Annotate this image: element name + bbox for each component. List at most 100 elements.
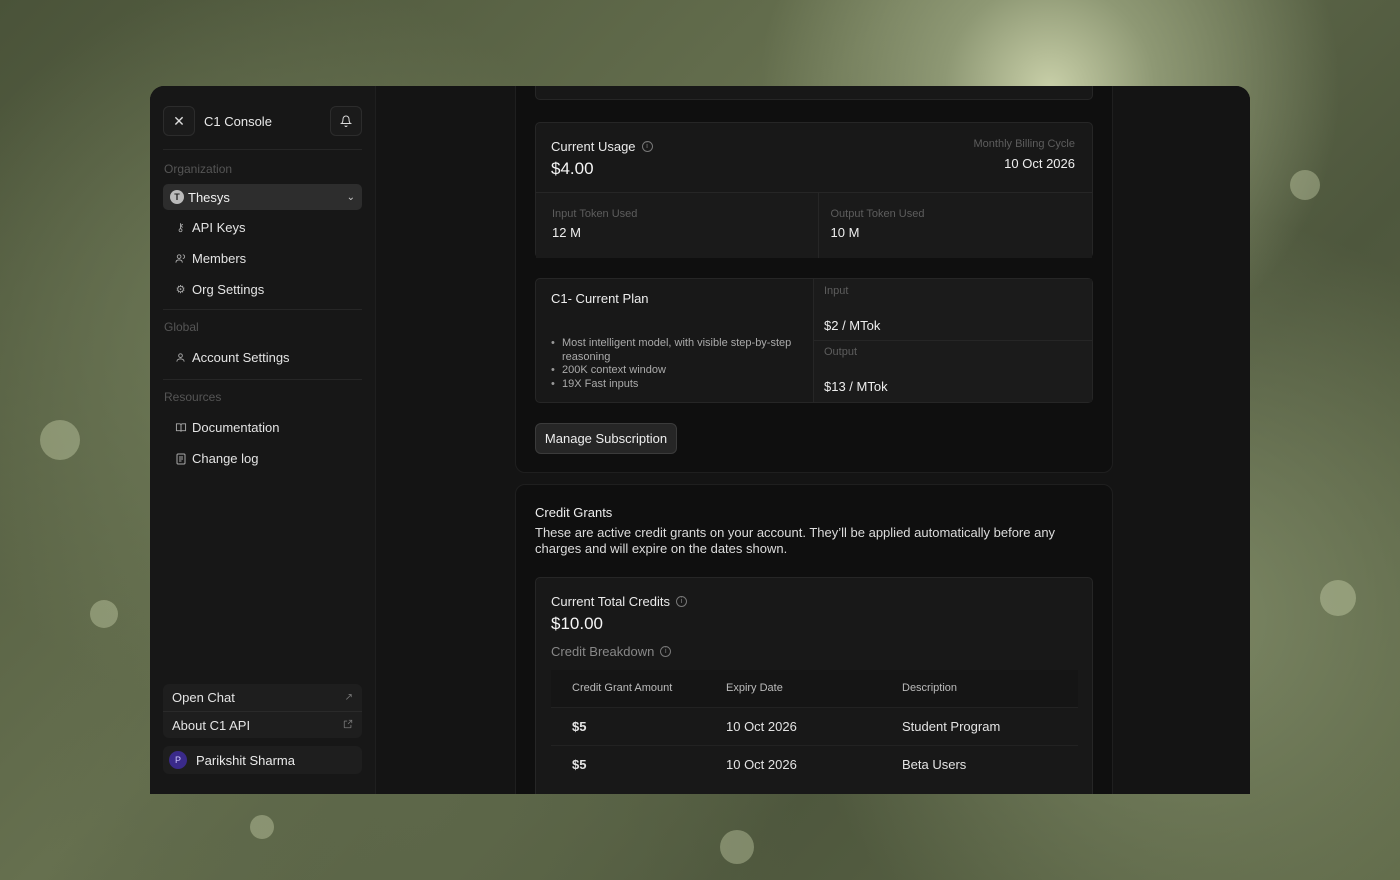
external-link-icon xyxy=(343,719,353,732)
total-credits-title: Current Total Credits xyxy=(551,594,670,609)
input-price: $2 / MTok xyxy=(824,318,881,333)
sidebar-item-org-settings[interactable]: ⚙ Org Settings xyxy=(163,274,362,305)
sidebar-item-account-settings[interactable]: Account Settings xyxy=(163,342,362,373)
current-usage-card: Current Usage i $4.00 Monthly Billing Cy… xyxy=(535,122,1093,258)
quick-links: Open Chat ↗ About C1 API xyxy=(163,684,362,738)
app-title: C1 Console xyxy=(204,113,272,129)
total-credits-card: Current Total Credits i $10.00 Credit Br… xyxy=(535,577,1093,794)
token-usage-row: Input Token Used 12 M Output Token Used … xyxy=(536,192,1092,258)
table-row: $5 10 Oct 2026 Student Program xyxy=(551,706,1078,745)
credit-breakdown-label: Credit Breakdown xyxy=(551,644,655,659)
user-menu[interactable]: P Parikshit Sharma xyxy=(163,746,362,774)
output-token-label: Output Token Used xyxy=(830,208,925,220)
sidebar-item-change-log[interactable]: Change log xyxy=(163,443,362,474)
key-icon: ⚷ xyxy=(176,222,185,234)
credit-grants-title: Credit Grants xyxy=(535,505,613,520)
previous-card xyxy=(535,86,1093,100)
input-token-value: 12 M xyxy=(552,225,581,240)
sidebar-item-members[interactable]: Members xyxy=(163,243,362,274)
book-icon xyxy=(174,422,187,433)
total-credits-title-row: Current Total Credits i xyxy=(551,594,687,609)
background-bokeh xyxy=(250,815,274,839)
info-icon[interactable]: i xyxy=(675,596,687,607)
arrow-up-right-icon: ↗ xyxy=(344,692,353,703)
section-label-organization: Organization xyxy=(164,162,233,176)
grant-description: Student Program xyxy=(902,706,1078,745)
background-bokeh xyxy=(720,830,754,864)
grant-amount: $5 xyxy=(551,744,726,783)
divider xyxy=(163,149,362,150)
input-token-cell: Input Token Used 12 M xyxy=(536,193,819,258)
plan-title: C1- Current Plan xyxy=(551,291,649,306)
background-bokeh xyxy=(1320,580,1356,616)
billing-cycle-label: Monthly Billing Cycle xyxy=(973,138,1075,150)
sidebar-item-label: Org Settings xyxy=(192,282,265,297)
sidebar-item-label: Documentation xyxy=(192,420,280,435)
info-icon[interactable]: i xyxy=(641,141,653,152)
output-token-value: 10 M xyxy=(830,225,860,240)
close-icon: ✕ xyxy=(173,112,185,129)
user-icon xyxy=(174,352,187,363)
plan-feature: 19X Fast inputs xyxy=(551,378,801,392)
grant-description: Beta Users xyxy=(902,744,1078,783)
divider xyxy=(163,309,362,310)
input-token-label: Input Token Used xyxy=(552,208,638,220)
credit-grants-description: These are active credit grants on your a… xyxy=(535,525,1056,556)
plan-features: Most intelligent model, with visible ste… xyxy=(551,337,801,391)
output-token-cell: Output Token Used 10 M xyxy=(819,193,1093,258)
output-price-label: Output xyxy=(824,346,858,358)
users-icon xyxy=(174,253,187,264)
avatar: P xyxy=(169,751,187,769)
bell-icon xyxy=(340,115,352,127)
expiry-date: 10 Oct 2026 xyxy=(726,706,902,745)
plan-feature: 200K context window xyxy=(551,364,801,378)
console-window: ✕ C1 Console Organization T Thesys ⌄ ⚷ A… xyxy=(150,86,1250,794)
manage-subscription-button[interactable]: Manage Subscription xyxy=(535,423,677,454)
billing-panel: Current Usage i $4.00 Monthly Billing Cy… xyxy=(515,86,1113,473)
background-bokeh xyxy=(90,600,118,628)
table-row: $5 10 Oct 2026 Beta Users xyxy=(551,744,1078,783)
org-selector[interactable]: T Thesys ⌄ xyxy=(163,184,362,210)
notifications-button[interactable] xyxy=(330,106,362,136)
background-bokeh xyxy=(40,420,80,460)
sidebar-item-label: API Keys xyxy=(192,220,246,235)
grant-amount: $5 xyxy=(551,706,726,745)
plan-pricing: Input $2 / MTok Output $13 / MTok xyxy=(814,279,1092,402)
link-label: Open Chat xyxy=(172,690,235,705)
sidebar-header: ✕ C1 Console xyxy=(163,106,362,136)
section-label-global: Global xyxy=(164,320,199,334)
org-name: Thesys xyxy=(188,189,230,205)
column-header: Expiry Date xyxy=(726,670,902,707)
output-price-cell: Output $13 / MTok xyxy=(814,341,1092,402)
link-label: About C1 API xyxy=(172,717,251,733)
divider xyxy=(163,379,362,380)
sidebar-footer: Open Chat ↗ About C1 API P Parikshit Sha… xyxy=(163,684,362,774)
about-c1-api-link[interactable]: About C1 API xyxy=(163,711,362,738)
background-bokeh xyxy=(1290,170,1320,200)
input-price-cell: Input $2 / MTok xyxy=(814,279,1092,341)
column-header: Description xyxy=(902,670,1078,707)
column-header: Credit Grant Amount xyxy=(551,670,726,707)
input-price-label: Input xyxy=(824,285,849,297)
sidebar-item-api-keys[interactable]: ⚷ API Keys xyxy=(163,212,362,243)
org-logo-icon: T xyxy=(170,190,184,204)
gear-icon: ⚙ xyxy=(175,284,186,296)
file-icon xyxy=(174,453,187,465)
credit-breakdown-table: Credit Grant Amount Expiry Date Descript… xyxy=(551,670,1078,783)
output-price: $13 / MTok xyxy=(824,379,888,394)
expiry-date: 10 Oct 2026 xyxy=(726,744,902,783)
usage-title-row: Current Usage i xyxy=(551,139,653,154)
open-chat-link[interactable]: Open Chat ↗ xyxy=(163,684,362,711)
close-button[interactable]: ✕ xyxy=(163,106,195,136)
section-label-resources: Resources xyxy=(164,390,222,404)
sidebar-item-label: Change log xyxy=(192,451,259,466)
info-icon[interactable]: i xyxy=(660,646,672,657)
current-plan-card: C1- Current Plan Most intelligent model,… xyxy=(535,278,1093,403)
sidebar-item-label: Account Settings xyxy=(192,350,290,365)
user-name: Parikshit Sharma xyxy=(196,752,295,768)
credit-grants-panel: Credit Grants These are active credit gr… xyxy=(515,484,1113,794)
sidebar-item-label: Members xyxy=(192,251,247,266)
plan-feature: Most intelligent model, with visible ste… xyxy=(551,337,801,364)
sidebar-item-documentation[interactable]: Documentation xyxy=(163,412,362,443)
sidebar: ✕ C1 Console Organization T Thesys ⌄ ⚷ A… xyxy=(150,86,376,794)
